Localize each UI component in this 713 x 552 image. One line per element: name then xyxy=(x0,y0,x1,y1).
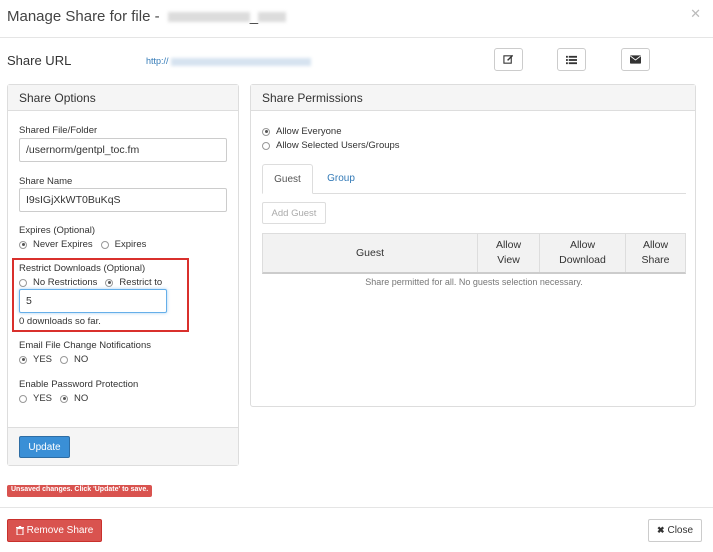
modal-title-text: Manage Share for file - xyxy=(7,8,160,25)
column-allow-share: Allow Share xyxy=(626,234,685,272)
update-button[interactable]: Update xyxy=(19,436,70,458)
tabs-divider xyxy=(262,193,686,194)
trash-icon xyxy=(15,526,24,535)
envelope-icon xyxy=(630,55,641,64)
password-no-radio[interactable] xyxy=(60,394,69,403)
redacted-filename xyxy=(167,12,250,23)
password-yes-radio[interactable] xyxy=(19,394,27,403)
footer-divider xyxy=(0,507,713,508)
downloads-count: 0 downloads so far. xyxy=(19,316,101,327)
never-expires-radio[interactable] xyxy=(19,240,27,249)
close-button[interactable]: ✖ Close xyxy=(648,519,702,542)
expires-option-label: Expires xyxy=(114,239,147,250)
restrict-to-label: Restrict to xyxy=(119,277,163,288)
allow-selected-label: Allow Selected Users/Groups xyxy=(276,140,400,151)
shared-file-input[interactable] xyxy=(19,138,227,162)
edit-icon xyxy=(503,54,514,64)
restrict-radio-group: No Restrictions Restrict to xyxy=(19,277,162,288)
share-permissions-heading: Share Permissions xyxy=(251,85,695,111)
password-radio-group: YES NO xyxy=(19,393,88,404)
close-icon[interactable]: ✕ xyxy=(690,6,701,22)
restrict-count-input[interactable] xyxy=(19,289,167,313)
permissions-note: Share permitted for all. No guests selec… xyxy=(365,277,583,287)
share-name-label: Share Name xyxy=(19,176,73,187)
share-url-label: Share URL xyxy=(7,53,72,68)
allow-everyone-label: Allow Everyone xyxy=(276,126,342,137)
email-button[interactable] xyxy=(621,48,650,71)
expires-radio[interactable] xyxy=(100,240,109,249)
tab-guest[interactable]: Guest xyxy=(262,164,313,194)
share-url-prefix: http:// xyxy=(146,56,169,66)
email-no-label: NO xyxy=(74,354,89,365)
add-guest-button[interactable]: Add Guest xyxy=(262,202,326,224)
list-icon xyxy=(566,55,577,64)
allow-selected-option: Allow Selected Users/Groups xyxy=(262,140,400,151)
column-allow-download-line1: Allow xyxy=(569,239,596,251)
column-allow-view-line2: View xyxy=(497,254,520,266)
modal-title-suffix: _ xyxy=(249,8,259,25)
column-allow-view: Allow View xyxy=(478,234,540,272)
shared-file-label: Shared File/Folder xyxy=(19,125,98,136)
close-button-icon: ✖ xyxy=(656,525,665,535)
password-protection-label: Enable Password Protection xyxy=(19,379,139,390)
list-button[interactable] xyxy=(557,48,586,71)
allow-selected-radio[interactable] xyxy=(262,141,270,150)
no-restrictions-radio[interactable] xyxy=(19,278,27,287)
password-no-label: NO xyxy=(74,393,89,404)
email-yes-label: YES xyxy=(33,354,53,365)
share-url-link[interactable]: http:// xyxy=(146,56,311,66)
remove-share-label: Remove Share xyxy=(26,525,94,536)
never-expires-label: Never Expires xyxy=(33,239,93,250)
restrict-to-radio[interactable] xyxy=(105,278,114,287)
redacted-url xyxy=(170,57,311,66)
column-guest: Guest xyxy=(263,234,478,272)
edit-button[interactable] xyxy=(494,48,523,71)
column-allow-download: Allow Download xyxy=(540,234,626,272)
share-options-heading: Share Options xyxy=(8,85,238,111)
password-yes-label: YES xyxy=(33,393,53,404)
allow-everyone-option: Allow Everyone xyxy=(262,126,341,137)
email-yes-radio[interactable] xyxy=(19,355,27,364)
restrict-downloads-label: Restrict Downloads (Optional) xyxy=(19,263,146,274)
modal-title: Manage Share for file - _ xyxy=(7,8,287,25)
email-radio-group: YES NO xyxy=(19,354,88,365)
expires-label: Expires (Optional) xyxy=(19,225,96,236)
column-allow-share-line2: Share xyxy=(641,254,670,266)
redacted-filename-tail xyxy=(258,12,287,23)
share-name-input[interactable] xyxy=(19,188,227,212)
no-restrictions-label: No Restrictions xyxy=(33,277,98,288)
allow-everyone-radio[interactable] xyxy=(262,127,270,136)
email-notifications-label: Email File Change Notifications xyxy=(19,340,152,351)
header-divider xyxy=(0,37,713,38)
guest-table-header: Guest Allow View Allow Download Allow Sh… xyxy=(262,233,686,274)
close-button-label: Close xyxy=(667,525,694,536)
column-allow-share-line1: Allow xyxy=(642,239,669,251)
unsaved-changes-badge: Unsaved changes. Click 'Update' to save. xyxy=(7,485,153,497)
remove-share-button[interactable]: Remove Share xyxy=(7,519,102,542)
tab-group[interactable]: Group xyxy=(314,164,368,193)
email-no-radio[interactable] xyxy=(60,355,69,364)
column-allow-view-line1: Allow xyxy=(495,239,522,251)
column-allow-download-line2: Download xyxy=(559,254,606,266)
expires-radio-group: Never Expires Expires xyxy=(19,239,146,250)
